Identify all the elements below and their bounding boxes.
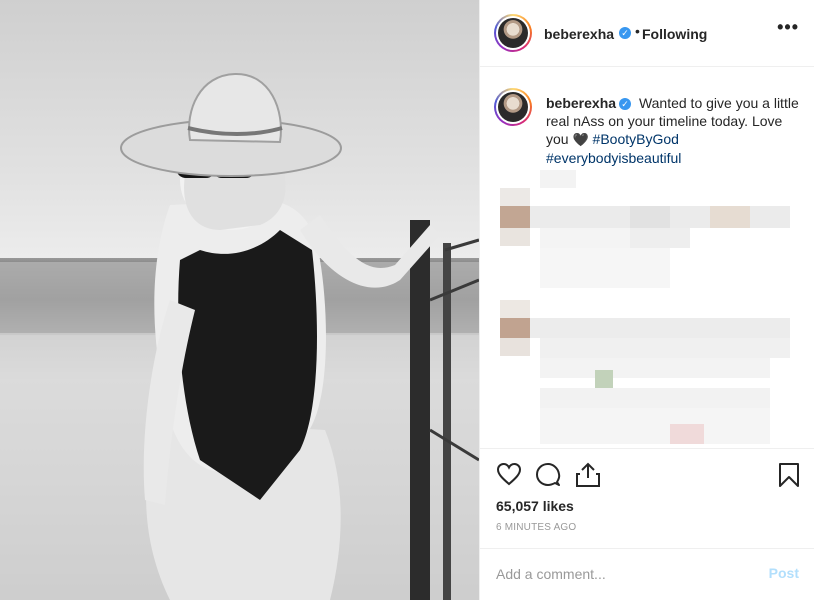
post-header: beberexha ✓ • Following ••• bbox=[480, 0, 814, 67]
verified-badge-icon: ✓ bbox=[619, 27, 631, 39]
caption-verified-icon: ✓ bbox=[619, 98, 632, 111]
bookmark-icon[interactable] bbox=[778, 462, 800, 488]
comment-input[interactable] bbox=[496, 563, 756, 585]
black-heart-emoji: 🖤 bbox=[572, 132, 589, 147]
caption-username[interactable]: beberexha bbox=[546, 95, 616, 111]
share-icon[interactable] bbox=[575, 462, 601, 488]
separator-dot: • bbox=[635, 23, 640, 39]
beach-photo-illustration bbox=[0, 72, 479, 600]
post-photo[interactable] bbox=[0, 0, 479, 600]
likes-count[interactable]: 65,057 likes bbox=[496, 498, 574, 514]
comment-box: Post bbox=[480, 548, 814, 600]
following-button[interactable]: Following bbox=[642, 26, 707, 42]
heart-icon[interactable] bbox=[496, 462, 522, 486]
post-actions: 65,057 likes 6 MINUTES AGO bbox=[480, 448, 814, 548]
caption-avatar[interactable] bbox=[494, 88, 532, 126]
caption-text: beberexha ✓ Wanted to give you a little r… bbox=[546, 94, 806, 167]
more-options-icon[interactable]: ••• bbox=[777, 17, 799, 38]
post-timestamp[interactable]: 6 MINUTES AGO bbox=[496, 522, 576, 533]
header-username[interactable]: beberexha bbox=[544, 26, 614, 42]
post-side-panel: beberexha ✓ • Following ••• beberexha ✓ W… bbox=[479, 0, 814, 600]
hashtag-booty-by-god[interactable]: #BootyByGod bbox=[593, 131, 679, 147]
comment-icon[interactable] bbox=[535, 462, 561, 488]
pixelated-comments bbox=[500, 170, 790, 444]
post-comment-button[interactable]: Post bbox=[769, 565, 799, 581]
avatar[interactable] bbox=[494, 14, 532, 52]
